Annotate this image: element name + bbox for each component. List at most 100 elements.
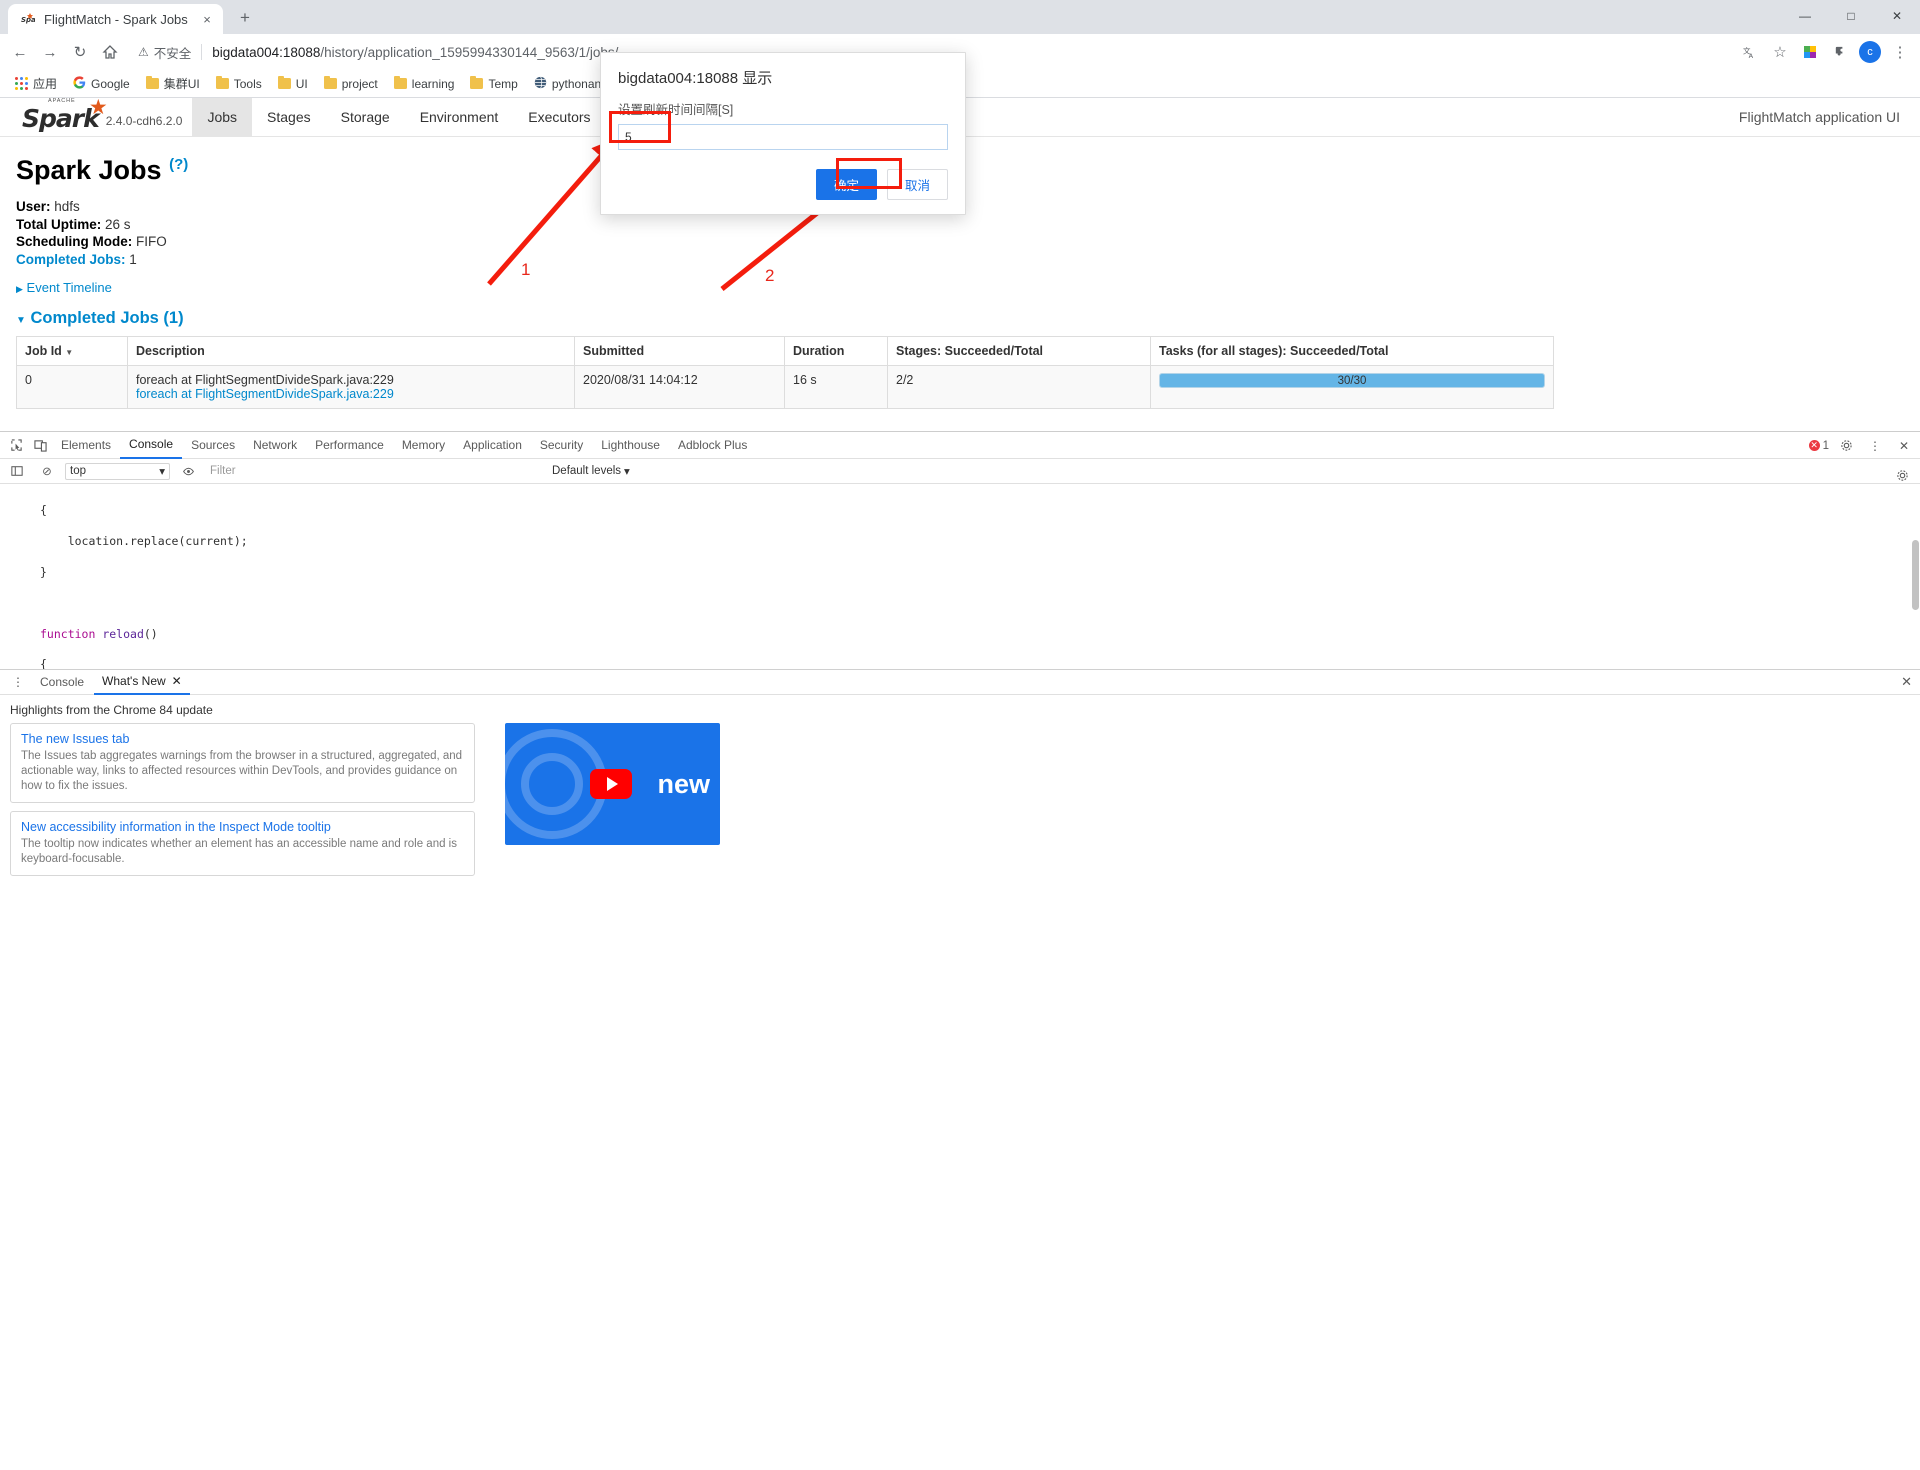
meta-label: Total Uptime: [16,216,102,232]
devtools-tab-lighthouse[interactable]: Lighthouse [592,432,669,459]
devtools-tab-memory[interactable]: Memory [393,432,454,459]
new-tab-button[interactable]: + [231,4,259,32]
tab-close-icon[interactable]: × [199,11,215,27]
window-close-button[interactable]: ✕ [1874,0,1920,32]
avatar[interactable]: c [1856,38,1884,66]
drawer-tab-whats-new[interactable]: What's New ✕ [94,670,190,695]
live-expression-icon[interactable] [176,459,200,483]
whats-new-video-thumbnail[interactable]: new [505,723,720,845]
dialog-cancel-button[interactable]: 取消 [886,169,948,200]
extensions-icon[interactable] [1826,38,1854,66]
spark-tab-executors[interactable]: Executors [513,98,605,136]
spark-star-icon: ★ [88,98,108,120]
list-item[interactable]: The new Issues tab The Issues tab aggreg… [10,723,475,803]
bookmark-tools[interactable]: Tools [209,74,269,94]
devtools-tab-application[interactable]: Application [454,432,531,459]
devtools-drawer: ⋮ Console What's New ✕ ✕ Highlights from… [0,669,1920,884]
meta-value: 1 [129,251,137,267]
inspect-element-icon[interactable] [4,433,28,457]
job-description-link[interactable]: foreach at FlightSegmentDivideSpark.java… [136,387,566,401]
spark-brand[interactable]: Spark APACHE ★ 2.4.0-cdh6.2.0 [0,98,192,136]
home-icon[interactable] [96,38,124,66]
bookmark-apps[interactable]: 应用 [8,72,64,95]
bookmark-google[interactable]: Google [66,73,137,95]
whats-new-heading: Highlights from the Chrome 84 update [10,703,213,717]
chrome-menu-icon[interactable]: ⋮ [1886,38,1914,66]
profile-initial: c [1859,41,1881,63]
card-title[interactable]: New accessibility information in the Ins… [21,820,464,834]
card-title[interactable]: The new Issues tab [21,732,464,746]
dialog-confirm-button[interactable]: 确定 [815,169,877,200]
devtools-tab-elements[interactable]: Elements [52,432,120,459]
event-timeline-toggle[interactable]: ▶ Event Timeline [16,280,1904,295]
column-header-tasks[interactable]: Tasks (for all stages): Succeeded/Total [1150,336,1554,366]
spark-tab-storage[interactable]: Storage [326,98,405,136]
devtools-close-icon[interactable]: ✕ [1892,434,1916,458]
chrome-browser-window: Spark FlightMatch - Spark Jobs × + — □ ✕… [0,0,1920,1470]
application-ui-label: FlightMatch application UI [1738,109,1900,125]
devtools-tab-console[interactable]: Console [120,432,183,459]
column-header-duration[interactable]: Duration [784,336,888,366]
window-minimize-button[interactable]: — [1782,0,1828,32]
bookmark-learning[interactable]: learning [387,74,462,94]
device-toolbar-icon[interactable] [28,433,52,457]
annotation-number-2: 2 [765,266,775,285]
column-header-stages[interactable]: Stages: Succeeded/Total [887,336,1151,366]
bookmark-cluster-ui[interactable]: 集群UI [139,72,207,95]
spark-tab-jobs[interactable]: Jobs [192,98,253,136]
console-output[interactable]: { location.replace(current); } function … [0,484,1920,669]
refresh-interval-input[interactable] [618,124,948,150]
url-text: bigdata004:18088/history/application_159… [212,45,1722,60]
browser-tab[interactable]: Spark FlightMatch - Spark Jobs × [8,4,223,34]
bookmark-star-icon[interactable]: ☆ [1766,38,1794,66]
card-text: The Issues tab aggregates warnings from … [21,750,463,792]
console-sidebar-icon[interactable] [5,459,29,483]
devtools-tab-adblock-plus[interactable]: Adblock Plus [669,432,756,459]
youtube-play-icon[interactable] [590,769,632,799]
reload-icon[interactable]: ↻ [66,38,94,66]
devtools-tab-performance[interactable]: Performance [306,432,393,459]
meta-completed-jobs[interactable]: Completed Jobs: 1 [16,251,1904,269]
spark-tab-stages[interactable]: Stages [252,98,326,136]
console-filter-input[interactable]: Filter [206,465,546,477]
console-scrollbar[interactable] [1911,484,1920,669]
dialog-title: bigdata004:18088 显示 [618,70,773,87]
omnibox-divider [201,44,203,60]
folder-icon [323,75,337,89]
list-item[interactable]: New accessibility information in the Ins… [10,811,475,876]
devtools-more-icon[interactable]: ⋮ [1863,434,1887,458]
column-header-job-id[interactable]: Job Id ▼ [16,336,128,366]
not-secure-indicator[interactable]: ⚠ 不安全 [138,43,191,62]
error-count-badge[interactable]: ✕ 1 [1808,440,1829,452]
forward-icon[interactable]: → [36,38,64,66]
gear-icon[interactable] [1834,434,1858,458]
completed-jobs-heading[interactable]: ▼ Completed Jobs (1) [16,309,1904,328]
back-icon[interactable]: ← [6,38,34,66]
drawer-tab-close-icon[interactable]: ✕ [172,674,182,688]
devtools-tab-network[interactable]: Network [244,432,306,459]
translate-icon[interactable]: 文A [1736,38,1764,66]
bookmark-project[interactable]: project [317,74,385,94]
console-log-levels-select[interactable]: Default levels ▾ [552,464,630,478]
drawer-more-icon[interactable]: ⋮ [6,670,30,694]
caret-right-icon: ▶ [16,284,23,294]
meta-total-uptime: Total Uptime: 26 s [16,216,1904,234]
extension-puzzle-icon[interactable] [1796,38,1824,66]
execution-context-select[interactable]: top ▾ [65,462,170,480]
drawer-close-icon[interactable]: ✕ [1901,674,1912,690]
drawer-tab-console[interactable]: Console [32,670,92,695]
bookmark-ui[interactable]: UI [271,74,315,94]
cell-job-id: 0 [16,365,128,409]
clear-console-icon[interactable]: ⊘ [35,459,59,483]
console-scrollbar-thumb[interactable] [1912,540,1919,610]
devtools-tab-sources[interactable]: Sources [182,432,244,459]
column-header-submitted[interactable]: Submitted [574,336,785,366]
devtools-tab-security[interactable]: Security [531,432,592,459]
folder-icon [393,75,407,89]
window-maximize-button[interactable]: □ [1828,0,1874,32]
bookmark-temp[interactable]: Temp [463,74,524,94]
column-header-description[interactable]: Description [127,336,575,366]
spark-tab-environment[interactable]: Environment [405,98,514,136]
page-title-help-link[interactable]: (?) [169,156,188,173]
